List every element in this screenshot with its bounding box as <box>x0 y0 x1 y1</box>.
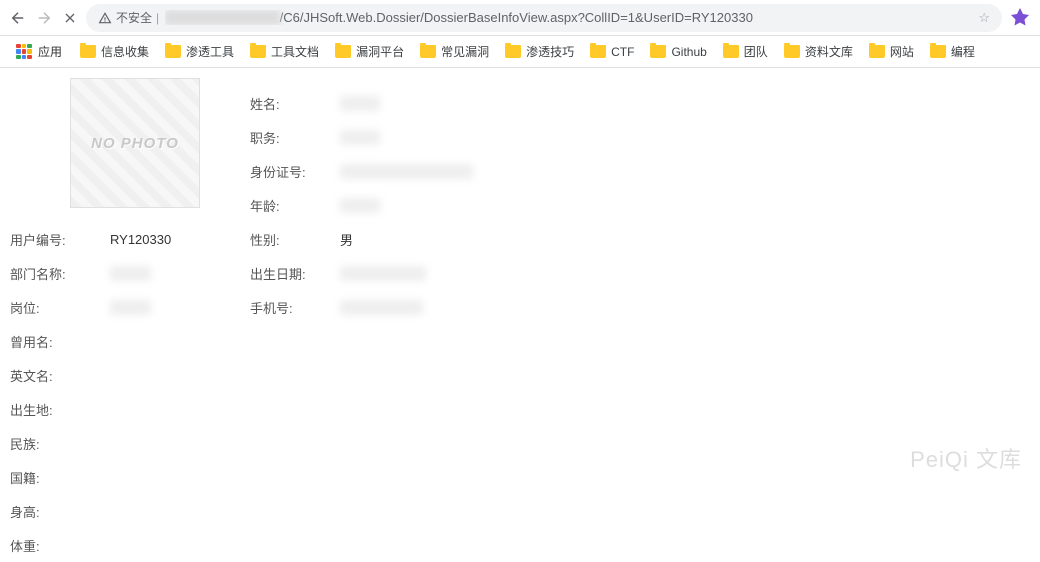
left-field-label: 曾用名: <box>10 332 110 351</box>
insecure-warning: 不安全 | <box>98 9 159 26</box>
stop-button[interactable] <box>60 8 80 28</box>
left-field-row-9: 体重: <box>10 528 250 562</box>
right-field-label: 出生日期: <box>250 264 340 283</box>
left-field-value: RY120330 <box>110 232 171 247</box>
right-field-label: 手机号: <box>250 298 340 317</box>
bookmark-label: 常见漏洞 <box>441 43 489 60</box>
bookmark-item-5[interactable]: 渗透技巧 <box>497 39 582 64</box>
watermark: PeiQi 文库 <box>910 442 1022 474</box>
left-field-label: 体重: <box>10 536 110 555</box>
bookmark-item-7[interactable]: Github <box>642 39 714 64</box>
bookmarks-bar: 应用 信息收集 渗透工具 工具文档 漏洞平台 常见漏洞 渗透技巧 CTF Github 团队 资料… <box>0 36 1040 68</box>
left-field-label: 国籍: <box>10 468 110 487</box>
apps-button[interactable]: 应用 <box>8 39 70 64</box>
folder-icon <box>590 45 606 58</box>
right-field-value: 男 <box>340 230 353 249</box>
folder-icon <box>505 45 521 58</box>
bookmark-item-8[interactable]: 团队 <box>715 39 776 64</box>
left-field-value: ████ <box>110 266 151 281</box>
right-field-label: 年龄: <box>250 196 340 215</box>
bookmark-label: 漏洞平台 <box>356 43 404 60</box>
photo-placeholder: NO PHOTO <box>70 78 200 208</box>
bookmark-item-11[interactable]: 编程 <box>922 39 983 64</box>
left-field-row-1: 部门名称:████ <box>10 256 250 290</box>
folder-icon <box>784 45 800 58</box>
folder-icon <box>723 45 739 58</box>
bookmark-label: 信息收集 <box>101 43 149 60</box>
folder-icon <box>650 45 666 58</box>
right-field-row-2: 身份证号:██████████████ <box>250 154 1030 188</box>
left-field-row-6: 民族: <box>10 426 250 460</box>
bookmark-label: 编程 <box>951 43 975 60</box>
bookmark-item-0[interactable]: 信息收集 <box>72 39 157 64</box>
bookmark-item-6[interactable]: CTF <box>582 39 642 64</box>
bookmark-item-10[interactable]: 网站 <box>861 39 922 64</box>
insecure-label: 不安全 <box>116 9 152 26</box>
left-field-row-8: 身高: <box>10 494 250 528</box>
right-field-value: ██ <box>340 198 380 213</box>
right-field-value: ███ <box>340 130 380 145</box>
back-button[interactable] <box>8 8 28 28</box>
folder-icon <box>335 45 351 58</box>
apps-grid-icon <box>16 44 32 60</box>
left-field-row-3: 曾用名: <box>10 324 250 358</box>
right-field-label: 姓名: <box>250 94 340 113</box>
left-field-row-5: 出生地: <box>10 392 250 426</box>
right-field-label: 性别: <box>250 230 340 249</box>
right-field-value: ████-██-██ <box>340 266 426 281</box>
right-field-row-5: 出生日期:████-██-██ <box>250 256 1030 290</box>
extension-icon[interactable] <box>1008 6 1032 30</box>
dossier-content: NO PHOTO 用户编号:RY120330部门名称:████岗位:████曾用… <box>0 68 1040 562</box>
right-field-label: 身份证号: <box>250 162 340 181</box>
right-field-row-0: 姓名:███ <box>250 86 1030 120</box>
folder-icon <box>930 45 946 58</box>
browser-nav-bar: 不安全 | xxxxxxxxxxxxxxxxx/C6/JHSoft.Web.Do… <box>0 0 1040 36</box>
bookmark-item-3[interactable]: 漏洞平台 <box>327 39 412 64</box>
right-field-row-6: 手机号:███████13 <box>250 290 1030 324</box>
left-field-label: 身高: <box>10 502 110 521</box>
folder-icon <box>80 45 96 58</box>
left-field-label: 出生地: <box>10 400 110 419</box>
folder-icon <box>165 45 181 58</box>
bookmark-item-2[interactable]: 工具文档 <box>242 39 327 64</box>
right-field-label: 职务: <box>250 128 340 147</box>
bookmark-label: Github <box>671 45 706 59</box>
right-field-value: ███████13 <box>340 300 423 315</box>
left-field-label: 部门名称: <box>10 264 110 283</box>
left-column: NO PHOTO 用户编号:RY120330部门名称:████岗位:████曾用… <box>10 78 250 562</box>
bookmark-label: 渗透技巧 <box>526 43 574 60</box>
bookmark-label: CTF <box>611 45 634 59</box>
address-bar[interactable]: 不安全 | xxxxxxxxxxxxxxxxx/C6/JHSoft.Web.Do… <box>86 4 1002 32</box>
left-field-label: 民族: <box>10 434 110 453</box>
bookmark-star-icon[interactable]: ☆ <box>978 10 990 26</box>
folder-icon <box>869 45 885 58</box>
bookmark-item-4[interactable]: 常见漏洞 <box>412 39 497 64</box>
apps-label: 应用 <box>38 43 62 60</box>
left-field-row-7: 国籍: <box>10 460 250 494</box>
bookmark-label: 资料文库 <box>805 43 853 60</box>
right-column: 姓名:███职务:███身份证号:██████████████年龄:██性别:男… <box>250 78 1030 562</box>
bookmark-label: 团队 <box>744 43 768 60</box>
left-field-label: 用户编号: <box>10 230 110 249</box>
left-field-row-4: 英文名: <box>10 358 250 392</box>
bookmark-label: 工具文档 <box>271 43 319 60</box>
right-field-row-4: 性别:男 <box>250 222 1030 256</box>
bookmark-item-9[interactable]: 资料文库 <box>776 39 861 64</box>
right-field-row-1: 职务:███ <box>250 120 1030 154</box>
right-field-value: ███ <box>340 96 380 111</box>
bookmark-item-1[interactable]: 渗透工具 <box>157 39 242 64</box>
folder-icon <box>250 45 266 58</box>
left-field-label: 岗位: <box>10 298 110 317</box>
left-field-label: 英文名: <box>10 366 110 385</box>
left-field-row-2: 岗位:████ <box>10 290 250 324</box>
bookmark-label: 网站 <box>890 43 914 60</box>
left-field-row-0: 用户编号:RY120330 <box>10 222 250 256</box>
folder-icon <box>420 45 436 58</box>
left-field-value: ████ <box>110 300 151 315</box>
right-field-value: ██████████████ <box>340 164 473 179</box>
url-text: xxxxxxxxxxxxxxxxx/C6/JHSoft.Web.Dossier/… <box>165 10 972 25</box>
bookmark-label: 渗透工具 <box>186 43 234 60</box>
right-field-row-3: 年龄:██ <box>250 188 1030 222</box>
forward-button[interactable] <box>34 8 54 28</box>
